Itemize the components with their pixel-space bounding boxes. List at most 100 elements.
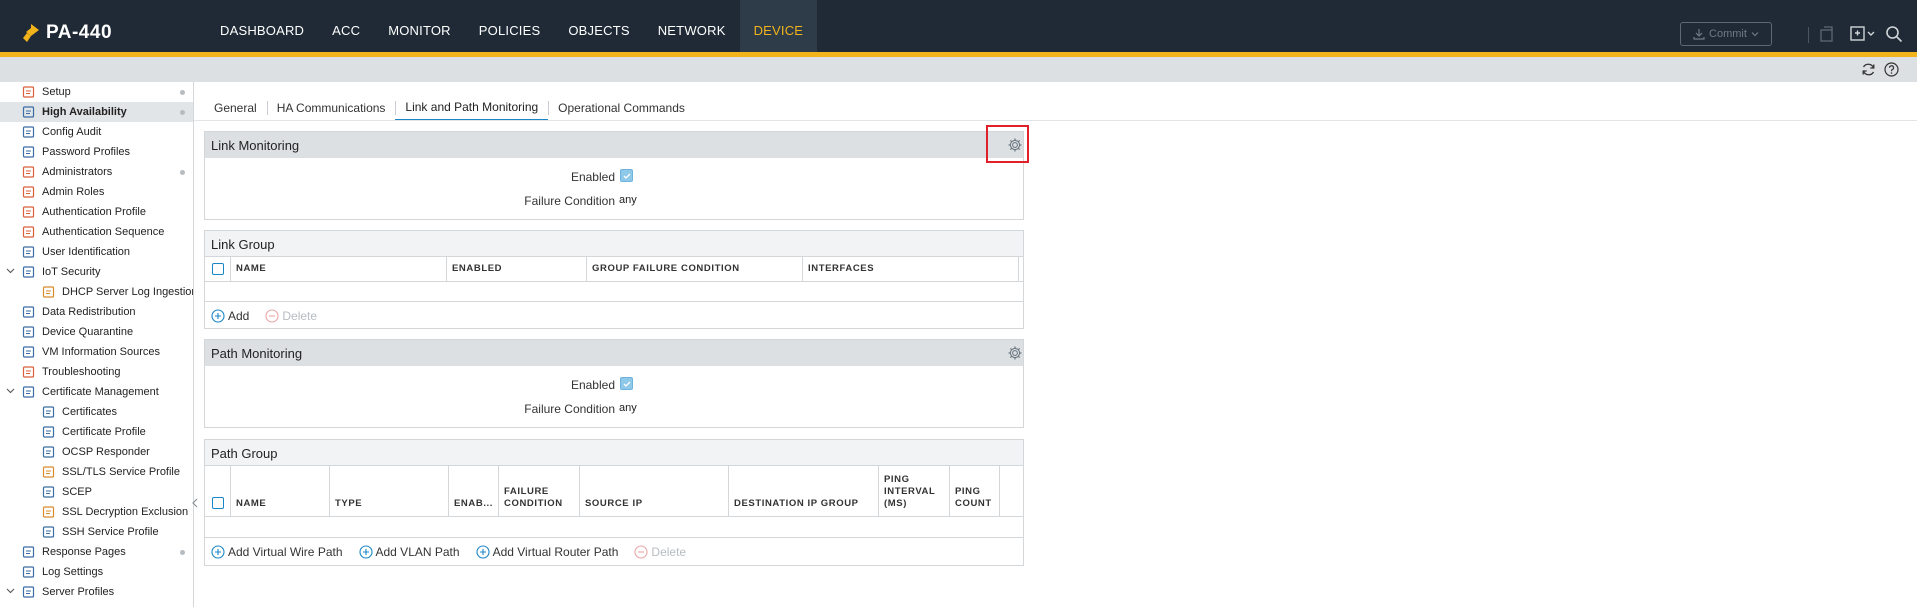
sidebar-item-label: Authentication Sequence [42, 226, 165, 238]
lock-config-icon[interactable] [1818, 25, 1836, 43]
sidebar-collapse-icon[interactable] [192, 498, 198, 508]
nav-policies[interactable]: POLICIES [465, 0, 555, 52]
link-group-select-all-checkbox[interactable] [212, 263, 224, 275]
config-audit-icon [22, 126, 35, 138]
sidebar-item-label: Server Profiles [42, 586, 115, 598]
sidebar-item-config-audit[interactable]: Config Audit [0, 122, 193, 142]
col-ping-count[interactable]: PING COUNT [950, 466, 1000, 516]
nav-dashboard[interactable]: DASHBOARD [206, 0, 318, 52]
sidebar-item-setup[interactable]: Setup [0, 82, 193, 102]
path-monitoring-title: Path Monitoring [211, 345, 303, 361]
auth-seq-icon [22, 226, 35, 238]
chevron-down-icon[interactable] [6, 386, 15, 395]
sidebar-item-device-quarantine[interactable]: Device Quarantine [0, 322, 193, 342]
sidebar-item-password-profiles[interactable]: Password Profiles [0, 142, 193, 162]
modified-dot [180, 550, 185, 555]
nav-network[interactable]: NETWORK [644, 0, 740, 52]
sidebar-item-ocsp-responder[interactable]: OCSP Responder [0, 442, 193, 462]
ssh-icon [42, 526, 55, 538]
col-ping-interval[interactable]: PING INTERVAL (MS) [879, 466, 950, 516]
path-enabled-checkbox[interactable] [620, 377, 633, 390]
col-interfaces[interactable]: INTERFACES [803, 257, 1019, 281]
sub-bar [0, 57, 1917, 82]
lock-icon [42, 466, 55, 478]
col-source-ip[interactable]: SOURCE IP [580, 466, 729, 516]
troubleshoot-icon [22, 366, 35, 378]
chevron-down-icon[interactable] [6, 586, 15, 595]
sidebar-item-certificate-management[interactable]: Certificate Management [0, 382, 193, 402]
sidebar-item-user-identification[interactable]: User Identification [0, 242, 193, 262]
main-nav: DASHBOARD ACC MONITOR POLICIES OBJECTS N… [206, 0, 818, 52]
col-enabled[interactable]: ENAB... [449, 466, 499, 516]
path-monitoring-panel: Path Monitoring Enabled Failure Conditio… [204, 339, 1024, 428]
add-link-group-button[interactable]: Add [211, 309, 249, 323]
sidebar-item-troubleshooting[interactable]: Troubleshooting [0, 362, 193, 382]
sidebar-item-vm-information-sources[interactable]: VM Information Sources [0, 342, 193, 362]
sidebar-item-certificate-profile[interactable]: Certificate Profile [0, 422, 193, 442]
link-failure-label: Failure Condition [524, 194, 615, 208]
path-group-select-all-checkbox[interactable] [212, 497, 224, 509]
dhcp-icon [42, 286, 55, 298]
tab-operational-commands[interactable]: Operational Commands [548, 95, 695, 121]
link-enabled-checkbox[interactable] [620, 169, 633, 182]
gear-highlight-box [986, 125, 1029, 163]
sidebar-item-label: Authentication Profile [42, 206, 146, 218]
add-icon [211, 545, 225, 559]
sidebar-item-certificates[interactable]: Certificates [0, 402, 193, 422]
vm-icon [22, 346, 35, 358]
tab-general[interactable]: General [204, 95, 267, 121]
sidebar-item-high-availability[interactable]: High Availability [0, 102, 193, 122]
sidebar-item-dhcp-server-log-ingestion[interactable]: DHCP Server Log Ingestion [0, 282, 193, 302]
link-monitoring-title: Link Monitoring [211, 137, 300, 153]
commit-button[interactable]: Commit [1680, 22, 1772, 46]
sidebar-item-authentication-sequence[interactable]: Authentication Sequence [0, 222, 193, 242]
sidebar-item-ssl-tls-service-profile[interactable]: SSL/TLS Service Profile [0, 462, 193, 482]
nav-device[interactable]: DEVICE [739, 0, 818, 52]
col-name[interactable]: NAME [231, 257, 447, 281]
sidebar-item-label: Password Profiles [42, 146, 131, 158]
cert-profile-icon [42, 426, 55, 438]
sidebar-item-ssh-service-profile[interactable]: SSH Service Profile [0, 522, 193, 542]
col-name[interactable]: NAME [231, 466, 330, 516]
server-icon [22, 586, 35, 598]
sidebar-item-label: Certificate Management [42, 386, 159, 398]
sidebar-item-administrators[interactable]: Administrators [0, 162, 193, 182]
nav-objects[interactable]: OBJECTS [554, 0, 643, 52]
add-vlan-path-button[interactable]: Add VLAN Path [358, 545, 460, 559]
col-type[interactable]: TYPE [330, 466, 449, 516]
search-icon[interactable] [1885, 25, 1903, 43]
col-enabled[interactable]: ENABLED [447, 257, 587, 281]
add-virtual-wire-path-button[interactable]: Add Virtual Wire Path [211, 545, 343, 559]
paloalto-logo-icon [23, 24, 39, 42]
sidebar-item-authentication-profile[interactable]: Authentication Profile [0, 202, 193, 222]
tab-ha-communications[interactable]: HA Communications [266, 95, 396, 121]
nav-acc[interactable]: ACC [318, 0, 374, 52]
nav-monitor[interactable]: MONITOR [374, 0, 465, 52]
config-tasks-icon[interactable] [1849, 25, 1875, 43]
sidebar-item-admin-roles[interactable]: Admin Roles [0, 182, 193, 202]
sidebar-item-scep[interactable]: SCEP [0, 482, 193, 502]
tab-link-path-monitoring[interactable]: Link and Path Monitoring [395, 95, 549, 121]
chevron-down-icon[interactable] [6, 266, 15, 275]
sidebar-item-server-profiles[interactable]: Server Profiles [0, 582, 193, 602]
path-enabled-label: Enabled [570, 378, 615, 392]
log-icon [22, 566, 35, 578]
sidebar-item-iot-security[interactable]: IoT Security [0, 262, 193, 282]
delete-link-group-button[interactable]: Delete [265, 309, 317, 323]
sidebar-item-label: Troubleshooting [42, 366, 121, 378]
sidebar-item-label: Certificates [62, 406, 118, 418]
sidebar-item-response-pages[interactable]: Response Pages [0, 542, 193, 562]
sidebar-item-label: VM Information Sources [42, 346, 160, 358]
col-failure-condition[interactable]: FAILURE CONDITION [499, 466, 580, 516]
col-destination-ip-group[interactable]: DESTINATION IP GROUP [729, 466, 879, 516]
add-virtual-router-path-button[interactable]: Add Virtual Router Path [476, 545, 618, 559]
link-group-select-all-cell [205, 257, 231, 281]
refresh-icon[interactable] [1861, 62, 1876, 77]
delete-path-group-button[interactable]: Delete [634, 545, 686, 559]
sidebar-item-ssl-decryption-exclusion[interactable]: SSL Decryption Exclusion [0, 502, 193, 522]
sidebar-item-data-redistribution[interactable]: Data Redistribution [0, 302, 193, 322]
sidebar-item-log-settings[interactable]: Log Settings [0, 562, 193, 582]
col-group-failure-condition[interactable]: GROUP FAILURE CONDITION [587, 257, 803, 281]
help-icon[interactable] [1884, 62, 1899, 77]
gear-icon[interactable] [1007, 345, 1023, 361]
